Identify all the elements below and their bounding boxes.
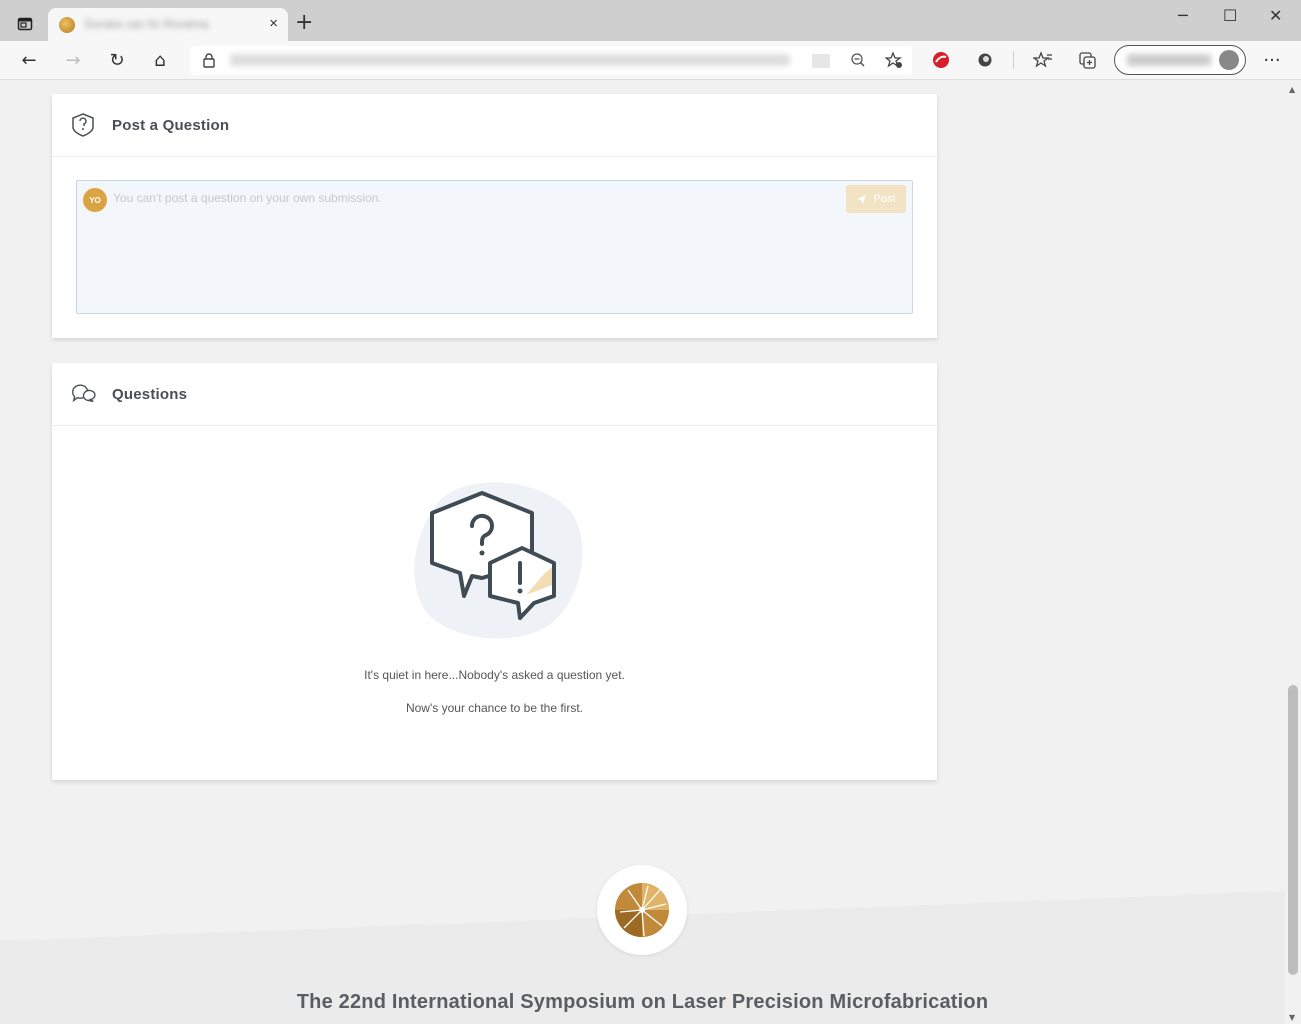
site-favicon-icon [59, 17, 75, 33]
zoom-out-icon[interactable] [850, 52, 866, 73]
questions-header: Questions [52, 363, 937, 426]
extension-red-icon[interactable] [932, 51, 950, 74]
toolbar-divider [1013, 51, 1014, 69]
home-button[interactable]: ⌂ [148, 49, 172, 71]
back-button[interactable]: ← [17, 49, 41, 71]
profile-icon [1219, 50, 1239, 70]
post-question-card: Post a Question YO Post [52, 94, 937, 338]
page-scrollbar[interactable]: ▲ ▼ [1285, 81, 1301, 1024]
close-window-button[interactable]: ✕ [1269, 6, 1282, 25]
question-input[interactable] [113, 191, 833, 301]
favorites-icon[interactable] [1032, 51, 1053, 74]
questions-card: Questions It's quiet in here...Nobody's … [52, 363, 937, 780]
post-question-title: Post a Question [112, 116, 230, 134]
scroll-up-icon[interactable]: ▲ [1289, 85, 1295, 94]
browser-tab-bar: Soraka can fix Roraima × + ─ ☐ ✕ [0, 0, 1301, 42]
send-icon [857, 194, 867, 204]
tab-actions-icon[interactable] [12, 12, 38, 36]
address-bar[interactable] [190, 46, 912, 75]
profile-name [1127, 54, 1211, 66]
extension-circle-icon[interactable] [977, 52, 993, 73]
scroll-down-icon[interactable]: ▼ [1289, 1013, 1295, 1022]
refresh-button[interactable]: ↻ [105, 49, 129, 71]
question-badge-icon [70, 112, 96, 138]
url-text [230, 54, 790, 66]
lock-icon[interactable] [202, 52, 216, 73]
page-content: Post a Question YO Post Questions [0, 81, 1285, 1024]
add-favorite-icon[interactable] [884, 51, 903, 74]
footer-title: The 22nd International Symposium on Lase… [296, 991, 989, 1013]
symposium-logo[interactable] [597, 865, 687, 955]
question-input-box: YO Post [76, 180, 913, 314]
site-permission-icon[interactable] [812, 54, 830, 68]
user-avatar: YO [83, 188, 107, 212]
new-tab-button[interactable]: + [295, 10, 313, 35]
post-question-header: Post a Question [52, 94, 937, 157]
questions-title: Questions [112, 385, 188, 403]
collections-icon[interactable] [1078, 51, 1098, 74]
maximize-button[interactable]: ☐ [1223, 6, 1237, 25]
scrollbar-thumb[interactable] [1288, 685, 1298, 975]
logo-emblem-icon [615, 883, 669, 937]
post-button-label: Post [873, 193, 896, 205]
empty-state-message: It's quiet in here...Nobody's asked a qu… [364, 668, 625, 682]
tab-close-button[interactable]: × [269, 15, 278, 32]
empty-state-cta: Now's your chance to be the first. [405, 701, 584, 715]
post-button[interactable]: Post [846, 185, 906, 213]
profile-button[interactable] [1114, 45, 1246, 75]
chat-bubbles-icon [70, 381, 96, 407]
browser-toolbar: ← → ↻ ⌂ ··· [0, 41, 1301, 80]
browser-tab[interactable]: Soraka can fix Roraima × [48, 8, 288, 42]
minimize-button[interactable]: ─ [1178, 6, 1188, 25]
more-menu-button[interactable]: ··· [1260, 49, 1284, 71]
empty-questions-illustration-icon [414, 482, 583, 639]
forward-button[interactable]: → [61, 49, 85, 71]
tab-title: Soraka can fix Roraima [84, 17, 209, 31]
